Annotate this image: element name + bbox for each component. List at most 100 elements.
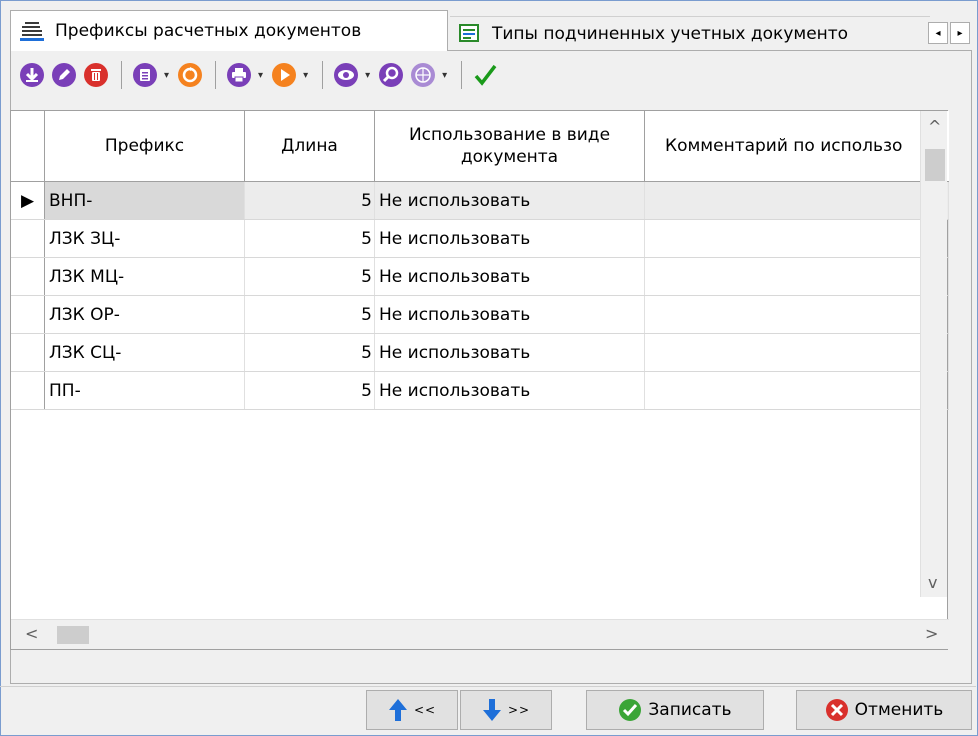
cell-length[interactable]: 5 <box>245 372 375 409</box>
arrow-down-icon <box>482 698 502 722</box>
row-indicator <box>11 258 45 295</box>
table-row[interactable]: ▶ ВНП- 5 Не использовать <box>11 182 949 220</box>
tab-bar: Префиксы расчетных документов Типы подчи… <box>10 10 972 51</box>
table-row[interactable]: ЛЗК ЗЦ- 5 Не использовать <box>11 220 949 258</box>
check-circle-icon <box>618 698 642 722</box>
row-indicator <box>11 372 45 409</box>
search-button[interactable] <box>376 60 406 90</box>
scroll-up-icon[interactable]: ^ <box>928 117 941 136</box>
tab-document-types[interactable]: Типы подчиненных учетных документо <box>450 16 930 50</box>
cell-usage[interactable]: Не использовать <box>375 334 645 371</box>
tab-scroll-right-button[interactable]: ▸ <box>950 22 970 44</box>
add-icon <box>20 63 44 87</box>
document-prefix-icon <box>19 20 45 42</box>
cell-prefix[interactable]: ЛЗК ОР- <box>45 296 245 333</box>
run-dropdown[interactable]: ▾ <box>303 70 308 81</box>
column-header-usage[interactable]: Использование в виде документа <box>375 111 645 181</box>
globe-icon <box>411 63 436 87</box>
cell-comment[interactable] <box>645 182 949 219</box>
next-record-button[interactable]: >> <box>460 690 552 730</box>
tab-document-prefixes[interactable]: Префиксы расчетных документов <box>10 10 448 51</box>
arrow-up-icon <box>388 698 408 722</box>
cancel-circle-icon <box>825 698 849 722</box>
vertical-scrollbar[interactable]: ^ v <box>920 111 947 597</box>
scroll-left-icon[interactable]: < <box>25 624 38 643</box>
confirm-icon <box>474 64 497 86</box>
toolbar-separator <box>322 61 324 89</box>
table-header: Префикс Длина Использование в виде докум… <box>11 111 949 182</box>
cell-comment[interactable] <box>645 372 949 409</box>
copy-dropdown[interactable]: ▾ <box>164 70 169 81</box>
row-indicator <box>11 296 45 333</box>
cell-prefix[interactable]: ЛЗК СЦ- <box>45 334 245 371</box>
cancel-label: Отменить <box>854 700 944 720</box>
cell-usage[interactable]: Не использовать <box>375 182 645 219</box>
table-row[interactable]: ЛЗК ОР- 5 Не использовать <box>11 296 949 334</box>
search-icon <box>379 63 404 87</box>
delete-icon <box>84 63 108 87</box>
edit-icon <box>52 63 76 87</box>
prefix-table: Префикс Длина Использование в виде докум… <box>10 110 949 650</box>
cell-usage[interactable]: Не использовать <box>375 296 645 333</box>
cancel-button[interactable]: Отменить <box>796 690 972 730</box>
refresh-button[interactable] <box>175 60 205 90</box>
chevron-left-icon: ◂ <box>935 27 941 39</box>
cell-usage[interactable]: Не использовать <box>375 220 645 257</box>
table-row[interactable]: ЛЗК СЦ- 5 Не использовать <box>11 334 949 372</box>
cell-usage[interactable]: Не использовать <box>375 372 645 409</box>
cell-comment[interactable] <box>645 334 949 371</box>
toolbar-separator <box>215 61 217 89</box>
row-indicator <box>11 334 45 371</box>
cell-comment[interactable] <box>645 296 949 333</box>
toolbar: ▾ ▾ ▾ ▾ ▾ <box>17 55 502 95</box>
cell-length[interactable]: 5 <box>245 258 375 295</box>
cell-comment[interactable] <box>645 258 949 295</box>
cell-prefix[interactable]: ЛЗК ЗЦ- <box>45 220 245 257</box>
column-header-length[interactable]: Длина <box>245 111 375 181</box>
chevron-right-icon: ▸ <box>957 27 963 39</box>
save-label: Записать <box>648 700 732 720</box>
copy-button[interactable] <box>130 60 160 90</box>
cell-prefix[interactable]: ВНП- <box>45 182 245 219</box>
vertical-scroll-thumb[interactable] <box>925 149 945 181</box>
cell-length[interactable]: 5 <box>245 296 375 333</box>
cell-length[interactable]: 5 <box>245 334 375 371</box>
view-button[interactable] <box>331 60 361 90</box>
next-label: >> <box>507 703 531 717</box>
column-header-prefix[interactable]: Префикс <box>45 111 245 181</box>
delete-button[interactable] <box>81 60 111 90</box>
save-button[interactable]: Записать <box>586 690 764 730</box>
cell-length[interactable]: 5 <box>245 182 375 219</box>
print-button[interactable] <box>224 60 254 90</box>
scroll-right-icon[interactable]: > <box>925 624 938 643</box>
add-button[interactable] <box>17 60 47 90</box>
toolbar-separator <box>121 61 122 89</box>
cell-comment[interactable] <box>645 220 949 257</box>
globe-button[interactable] <box>408 60 438 90</box>
scroll-down-icon[interactable]: v <box>928 573 937 592</box>
cell-length[interactable]: 5 <box>245 220 375 257</box>
horizontal-scrollbar[interactable]: < > <box>11 619 949 649</box>
tab-scroll-left-button[interactable]: ◂ <box>928 22 948 44</box>
table-row[interactable]: ПП- 5 Не использовать <box>11 372 949 410</box>
prev-record-button[interactable]: << <box>366 690 458 730</box>
print-dropdown[interactable]: ▾ <box>258 70 263 81</box>
table-row[interactable]: ЛЗК МЦ- 5 Не использовать <box>11 258 949 296</box>
row-pointer-icon: ▶ <box>11 182 45 219</box>
cell-usage[interactable]: Не использовать <box>375 258 645 295</box>
globe-dropdown[interactable]: ▾ <box>442 70 447 81</box>
row-indicator <box>11 220 45 257</box>
tab-label: Префиксы расчетных документов <box>55 21 362 41</box>
column-header-comment[interactable]: Комментарий по использо <box>645 111 949 181</box>
horizontal-scroll-thumb[interactable] <box>57 626 89 644</box>
cell-prefix[interactable]: ЛЗК МЦ- <box>45 258 245 295</box>
toolbar-separator <box>461 61 463 89</box>
run-button[interactable] <box>269 60 299 90</box>
run-icon <box>272 63 297 87</box>
view-dropdown[interactable]: ▾ <box>365 70 370 81</box>
document-types-icon <box>458 23 482 45</box>
cell-prefix[interactable]: ПП- <box>45 372 245 409</box>
confirm-button[interactable] <box>470 60 500 90</box>
edit-button[interactable] <box>49 60 79 90</box>
view-icon <box>334 63 359 87</box>
